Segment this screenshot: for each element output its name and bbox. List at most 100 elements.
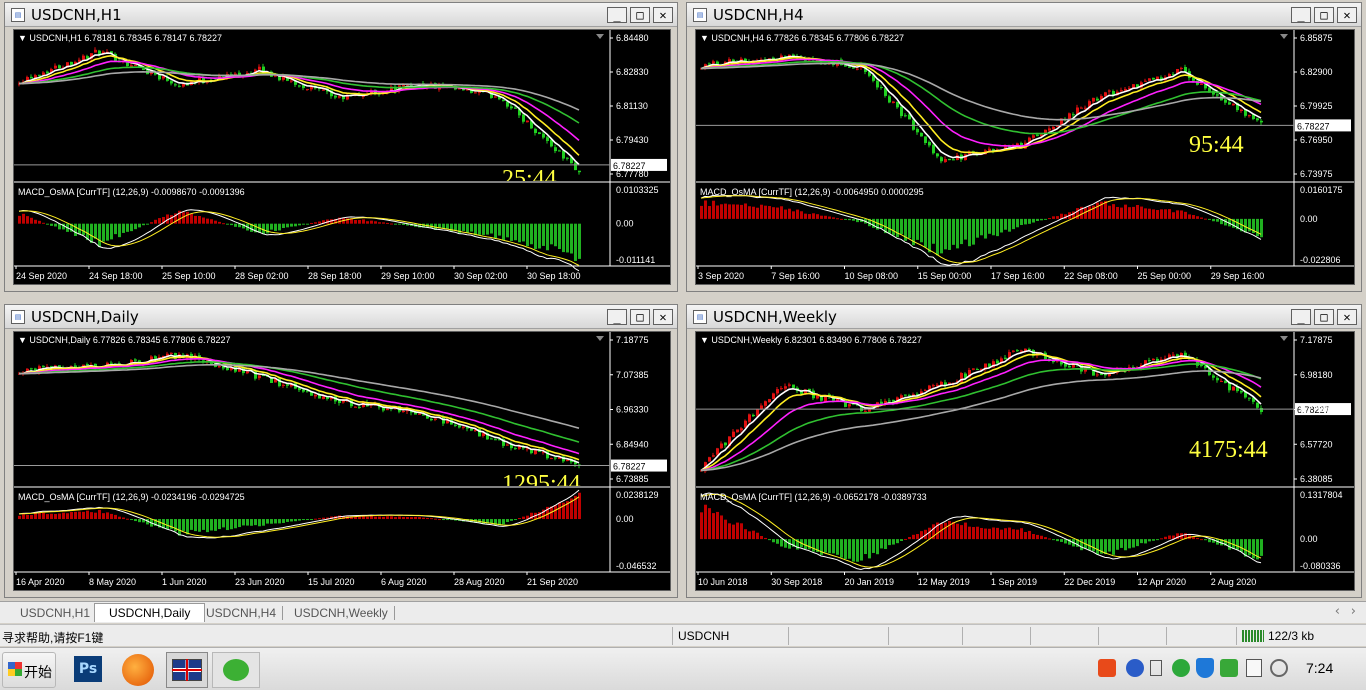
time-tick-label: 29 Sep 16:00 <box>1211 271 1265 281</box>
macd-bar <box>94 223 97 239</box>
macd-bar <box>290 223 293 227</box>
candle-body <box>764 401 767 406</box>
close-button[interactable]: ✕ <box>653 309 673 325</box>
scroll-left-icon[interactable]: ‹ <box>1335 604 1340 619</box>
minimize-button[interactable]: _ <box>1291 309 1311 325</box>
candle-body <box>1068 365 1071 368</box>
chart-shift-marker <box>1280 34 1288 39</box>
tab-usdcnh-h4[interactable]: USDCNH,H4 <box>192 604 290 623</box>
maximize-button[interactable]: □ <box>1314 309 1334 325</box>
macd-bar <box>968 218 971 247</box>
security-icon[interactable] <box>1220 659 1238 677</box>
macd-bar <box>1120 539 1123 548</box>
wechat-button[interactable] <box>212 652 260 688</box>
candle-body <box>462 89 465 91</box>
candle-body <box>314 394 317 397</box>
status-divider <box>888 627 889 645</box>
candle-body <box>526 120 529 123</box>
shield-icon[interactable] <box>1196 658 1214 678</box>
candle-body <box>546 137 549 141</box>
candle-body <box>322 89 325 91</box>
macd-bar <box>226 519 229 531</box>
macd-bar <box>194 215 197 224</box>
macd-bar <box>118 516 121 520</box>
macd-bar <box>1008 218 1011 232</box>
candles <box>700 347 1263 474</box>
candle-body <box>916 128 919 133</box>
chart-plot-area[interactable]: 6.78227 7.18775 7.07385 6.96330 6.84940 6.738… <box>13 331 671 591</box>
photoshop-button[interactable]: Ps <box>70 652 106 688</box>
candle-body <box>110 362 113 364</box>
candle-body <box>298 85 301 87</box>
window-titlebar[interactable]: ▤ USDCNH,H1 _ □ ✕ <box>5 3 677 27</box>
macd-bar <box>1168 535 1171 540</box>
price-tick-label: 6.73885 <box>616 474 649 484</box>
minimize-button[interactable]: _ <box>607 309 627 325</box>
macd-bar <box>282 223 285 229</box>
chart-plot-area[interactable]: 6.78227 6.84480 6.82830 6.81130 6.79430 6.777… <box>13 29 671 285</box>
macd-bar <box>1116 206 1119 219</box>
volume-muted-icon[interactable] <box>1270 659 1288 677</box>
close-button[interactable]: ✕ <box>1337 7 1357 23</box>
minimize-button[interactable]: _ <box>1291 7 1311 23</box>
macd-bar <box>222 519 225 528</box>
status-divider <box>962 627 963 645</box>
chat-icon[interactable] <box>1172 659 1190 677</box>
window-titlebar[interactable]: ▤ USDCNH,H4 _ □ ✕ <box>687 3 1361 27</box>
close-button[interactable]: ✕ <box>653 7 673 23</box>
macd-bar <box>26 216 29 224</box>
candle-body <box>338 96 341 98</box>
macd-bar <box>398 516 401 520</box>
candle-body <box>944 159 947 162</box>
macd-bar <box>812 213 815 219</box>
macd-bar <box>1152 539 1155 541</box>
input-method-icon[interactable] <box>1098 659 1116 677</box>
candle-body <box>908 394 911 396</box>
app-orange-button[interactable] <box>118 652 158 688</box>
macd-bar <box>732 204 735 219</box>
macd-bar <box>708 508 711 540</box>
network-icon[interactable] <box>1246 659 1262 677</box>
status-bar: 寻求帮助,请按F1键 USDCNH 122/3 kb <box>0 624 1366 646</box>
window-titlebar[interactable]: ▤ USDCNH,Daily _ □ ✕ <box>5 305 677 329</box>
start-button[interactable]: 开始 <box>2 652 56 688</box>
tab-usdcnh-h1[interactable]: USDCNH,H1 <box>6 604 104 623</box>
macd-bar <box>86 510 89 520</box>
macd-bar <box>1144 539 1147 544</box>
candle-body <box>1224 381 1227 383</box>
photoshop-icon: Ps <box>74 656 102 682</box>
macd-bar <box>728 523 731 540</box>
candle-body <box>1200 365 1203 367</box>
metatrader-button[interactable] <box>166 652 208 688</box>
scroll-right-icon[interactable]: › <box>1351 604 1356 619</box>
maximize-button[interactable]: □ <box>630 309 650 325</box>
macd-bar <box>1240 539 1243 553</box>
macd-bar <box>1036 218 1039 221</box>
tab-usdcnh-weekly[interactable]: USDCNH,Weekly <box>280 604 402 623</box>
macd-bar <box>1080 539 1083 551</box>
maximize-button[interactable]: □ <box>630 7 650 23</box>
macd-bar <box>366 221 369 224</box>
chart-plot-area[interactable]: 6.78227 6.85875 6.82900 6.79925 6.76950 6.739… <box>695 29 1355 285</box>
time-tick-label: 1 Sep 2019 <box>991 577 1037 587</box>
macd-bar <box>570 223 573 254</box>
macd-bar <box>1056 216 1059 219</box>
macd-bar <box>366 516 369 520</box>
chart-plot-area[interactable]: 6.78227 7.17875 6.98180 6.77900 6.57720 6.380… <box>695 331 1355 591</box>
candle-body <box>1232 103 1235 106</box>
macd-bar <box>1200 217 1203 219</box>
time-tick-label: 30 Sep 2018 <box>771 577 822 587</box>
maximize-button[interactable]: □ <box>1314 7 1334 23</box>
tab-usdcnh-daily[interactable]: USDCNH,Daily <box>94 603 206 622</box>
window-titlebar[interactable]: ▤ USDCNH,Weekly _ □ ✕ <box>687 305 1361 329</box>
close-button[interactable]: ✕ <box>1337 309 1357 325</box>
macd-bar <box>502 519 505 525</box>
keyboard-icon[interactable] <box>1150 660 1162 676</box>
minimize-button[interactable]: _ <box>607 7 627 23</box>
price-tick-label: 6.77900 <box>1300 405 1333 415</box>
chart-window: ▤ USDCNH,Daily _ □ ✕ 6.78227 7.18775 7.0738… <box>4 304 678 598</box>
help-icon[interactable] <box>1126 659 1144 677</box>
macd-bar <box>238 519 241 528</box>
candle-body <box>538 450 541 452</box>
macd-bar <box>38 220 41 224</box>
